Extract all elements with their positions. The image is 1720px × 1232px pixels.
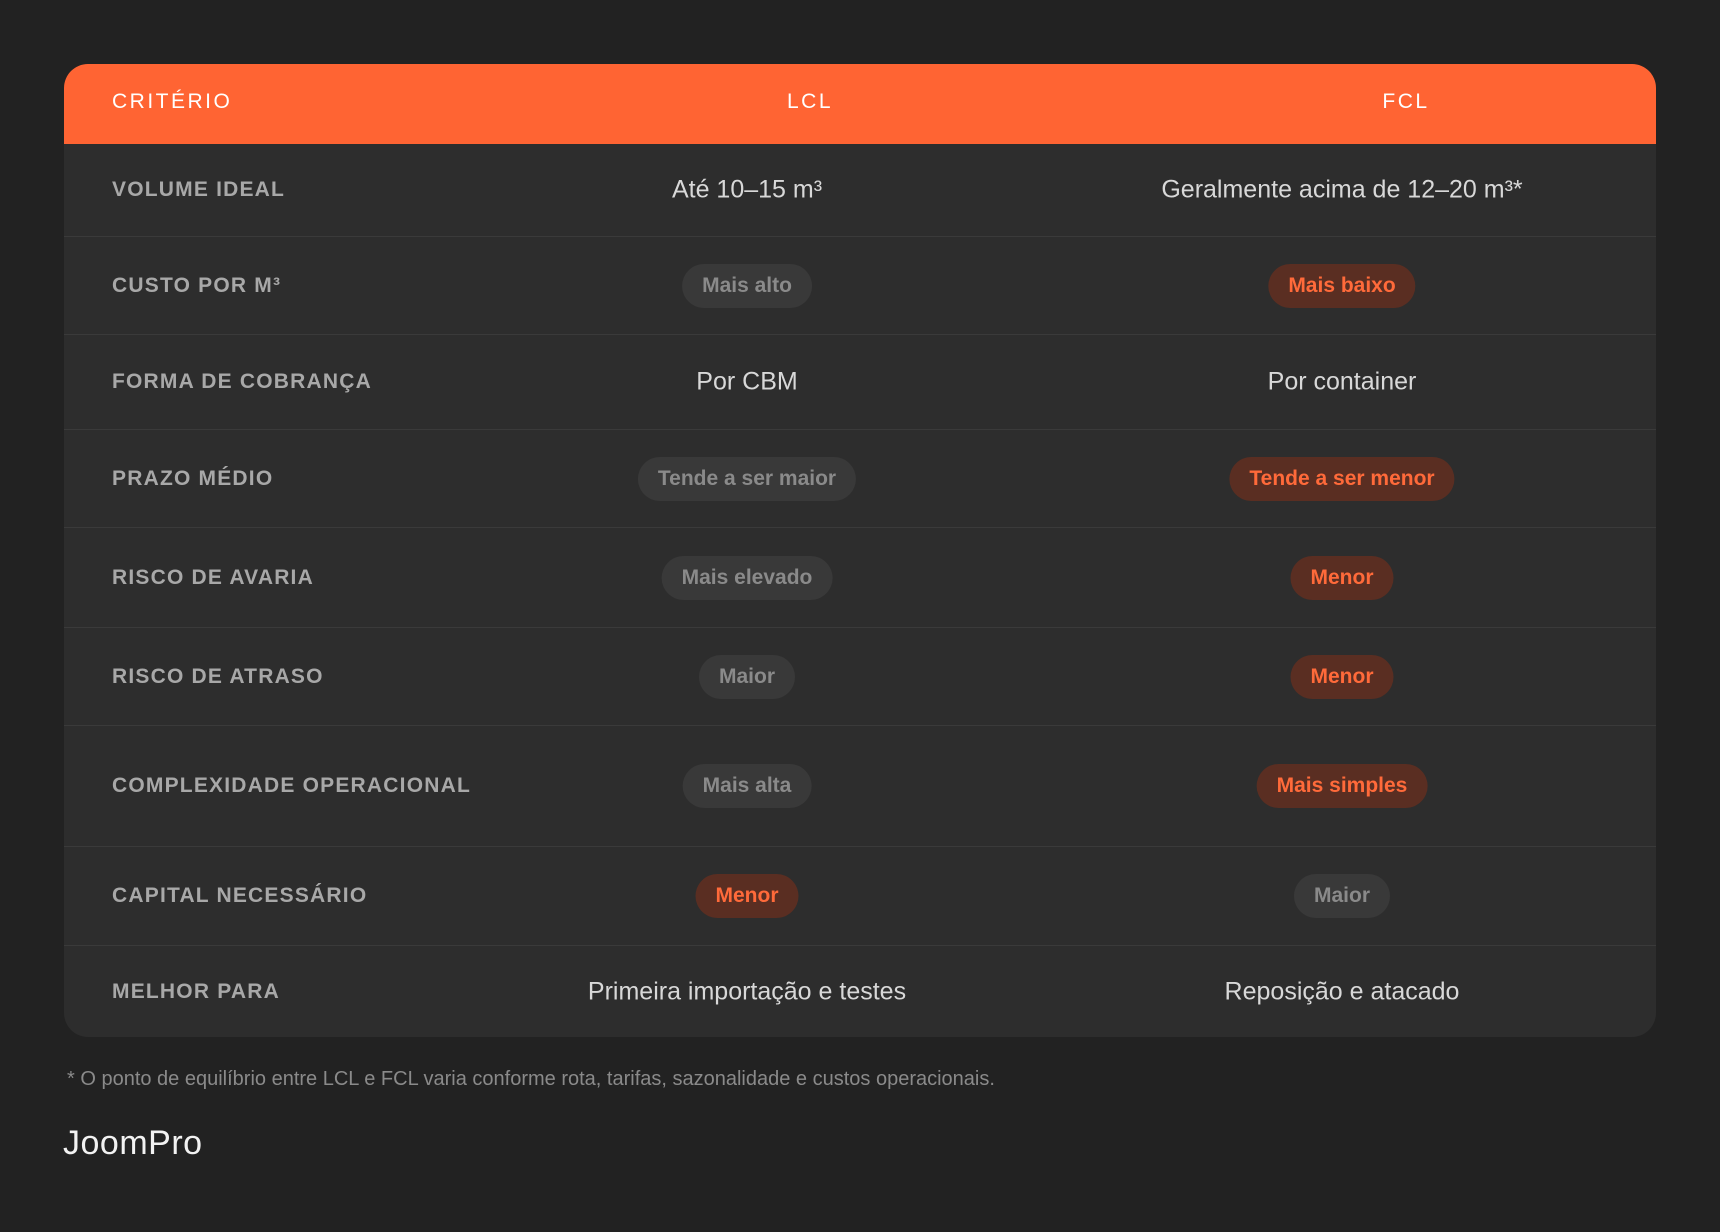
row-criterio: Prazo médio xyxy=(112,466,274,490)
table-row: Risco de avaria Mais elevado Menor xyxy=(64,528,1656,628)
table-row: Prazo médio Tende a ser maior Tende a se… xyxy=(64,430,1656,528)
lcl-cell: Mais elevado xyxy=(661,555,833,600)
fcl-value: Por container xyxy=(1267,367,1417,396)
table-row: Forma de cobrança Por CBM Por container xyxy=(64,335,1656,430)
header-lcl: LCL xyxy=(786,90,834,113)
row-criterio: Volume ideal xyxy=(112,178,286,201)
lcl-value: Por CBM xyxy=(696,367,798,396)
fcl-cell: Menor xyxy=(1290,654,1394,699)
row-criterio: Custo por m³ xyxy=(112,273,282,297)
table-header: CRITÉRIO LCL FCL xyxy=(64,64,1656,144)
fcl-cell: Geralmente acima de 12–20 m³* xyxy=(1161,176,1522,205)
row-criterio: Capital necessário xyxy=(112,884,368,907)
table-row: Complexidade operacional Mais alta Mais … xyxy=(64,726,1656,847)
lcl-cell: Por CBM xyxy=(696,368,797,397)
table-row: Custo por m³ Mais alto Mais baixo xyxy=(64,237,1656,335)
lcl-cell: Até 10–15 m³ xyxy=(672,176,822,205)
fcl-badge: Menor xyxy=(1290,555,1394,600)
lcl-badge: Mais alta xyxy=(682,764,812,808)
lcl-cell: Menor xyxy=(695,874,799,918)
fcl-badge: Maior xyxy=(1293,874,1391,918)
fcl-cell: Mais baixo xyxy=(1268,263,1416,308)
header-criterio: CRITÉRIO xyxy=(112,90,233,113)
lcl-badge: Mais elevado xyxy=(661,555,833,600)
row-criterio: Risco de atraso xyxy=(112,664,324,688)
lcl-value: Primeira importação e testes xyxy=(587,977,907,1005)
fcl-cell: Maior xyxy=(1293,874,1391,918)
fcl-cell: Por container xyxy=(1268,368,1417,397)
fcl-badge: Mais simples xyxy=(1256,764,1428,808)
lcl-cell: Mais alta xyxy=(682,764,812,808)
fcl-badge: Tende a ser menor xyxy=(1229,456,1455,501)
row-criterio: Complexidade operacional xyxy=(112,774,471,797)
lcl-cell: Mais alto xyxy=(682,263,812,308)
table-row: Capital necessário Menor Maior xyxy=(64,847,1656,946)
footnote: * O ponto de equilíbrio entre LCL e FCL … xyxy=(67,1068,995,1090)
comparison-table: CRITÉRIO LCL FCL Volume ideal Até 10–15 … xyxy=(64,64,1656,1037)
fcl-value: Geralmente acima de 12–20 m³* xyxy=(1161,175,1523,204)
fcl-value: Reposição e atacado xyxy=(1224,977,1460,1005)
fcl-badge: Mais baixo xyxy=(1268,263,1416,308)
lcl-cell: Primeira importação e testes xyxy=(588,977,906,1006)
fcl-cell: Reposição e atacado xyxy=(1225,977,1460,1006)
row-criterio: Melhor para xyxy=(112,979,280,1003)
row-criterio: Forma de cobrança xyxy=(112,370,372,393)
lcl-badge: Tende a ser maior xyxy=(637,456,857,501)
lcl-cell: Maior xyxy=(698,654,796,699)
lcl-badge: Maior xyxy=(698,654,796,699)
table-row: Melhor para Primeira importação e testes… xyxy=(64,946,1656,1037)
table-row: Volume ideal Até 10–15 m³ Geralmente aci… xyxy=(64,144,1656,237)
fcl-badge: Menor xyxy=(1290,654,1394,699)
fcl-cell: Menor xyxy=(1290,555,1394,600)
lcl-value: Até 10–15 m³ xyxy=(671,175,823,204)
lcl-badge: Mais alto xyxy=(682,263,812,308)
header-fcl: FCL xyxy=(1382,90,1430,113)
lcl-badge: Menor xyxy=(695,874,799,918)
lcl-cell: Tende a ser maior xyxy=(637,456,857,501)
table-row: Risco de atraso Maior Menor xyxy=(64,628,1656,726)
brand-logo: JoomPro xyxy=(63,1124,203,1162)
fcl-cell: Mais simples xyxy=(1256,764,1428,808)
fcl-cell: Tende a ser menor xyxy=(1229,456,1455,501)
row-criterio: Risco de avaria xyxy=(112,565,314,589)
